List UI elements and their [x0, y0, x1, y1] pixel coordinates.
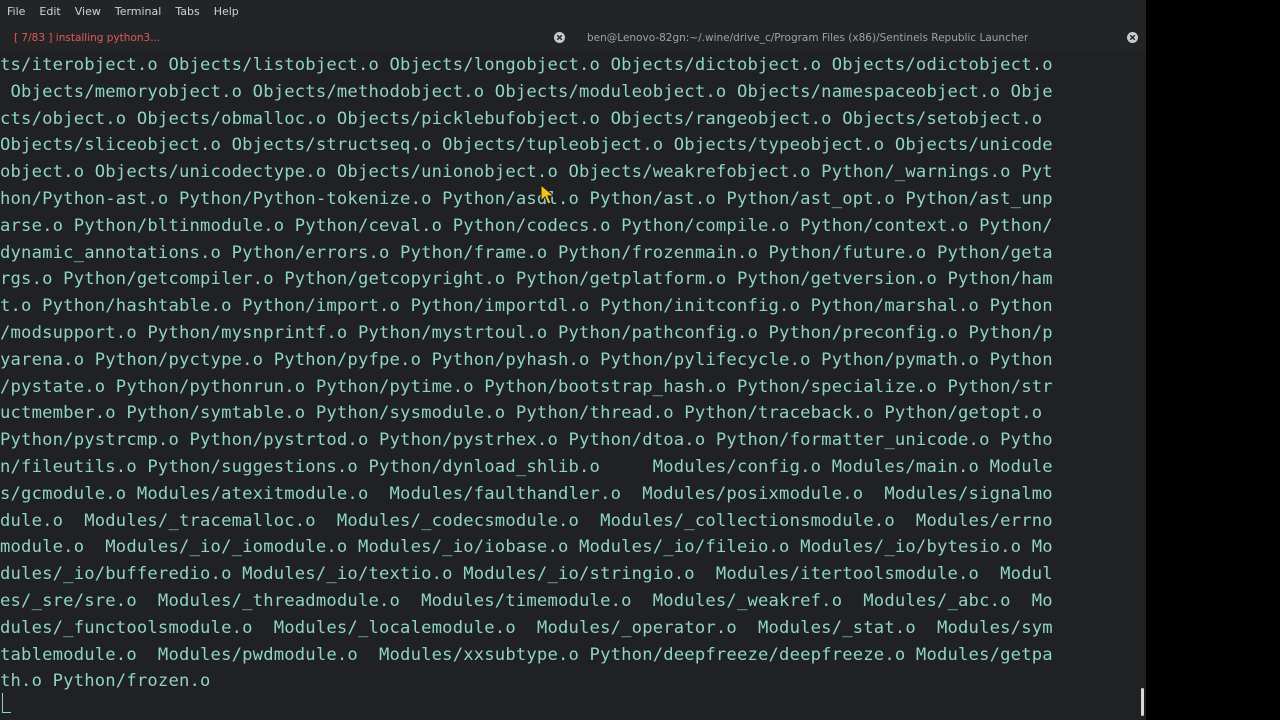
terminal-line: dynamic_annotations.o Python/errors.o Py… [0, 242, 1053, 263]
terminal-line: dules/_io/bufferedio.o Modules/_io/texti… [0, 564, 1053, 585]
terminal-line: ts/iterobject.o Objects/listobject.o Obj… [0, 55, 1053, 75]
terminal-line: Objects/memoryobject.o Objects/methodobj… [0, 81, 1053, 102]
tab-label: [ 7/83 ] installing python3... [14, 32, 161, 44]
menu-edit[interactable]: Edit [32, 0, 67, 24]
terminal-line: tablemodule.o Modules/pwdmodule.o Module… [0, 644, 1053, 665]
mouse-pointer-icon [540, 184, 556, 205]
terminal-line: t.o Python/hashtable.o Python/import.o P… [0, 296, 1053, 317]
terminal-window: File Edit View Terminal Tabs Help [ 7/83… [0, 0, 1146, 720]
terminal-line: arse.o Python/bltinmodule.o Python/ceval… [0, 215, 1053, 236]
terminal-line: object.o Objects/unicodectype.o Objects/… [0, 162, 1053, 183]
terminal-line: module.o Modules/_io/_iomodule.o Modules… [0, 537, 1053, 558]
desktop: File Edit View Terminal Tabs Help [ 7/83… [0, 0, 1280, 720]
tab-launcher-path[interactable]: ben@Lenovo-82gn:~/.wine/drive_c/Program … [573, 24, 1146, 53]
menu-bar: File Edit View Terminal Tabs Help [0, 0, 1146, 24]
terminal-line: dule.o Modules/_tracemalloc.o Modules/_c… [0, 510, 1053, 531]
close-icon[interactable] [1127, 32, 1138, 43]
terminal-line: Objects/sliceobject.o Objects/structseq.… [0, 135, 1053, 156]
terminal-line: hon/Python-ast.o Python/Python-tokenize.… [0, 189, 1053, 209]
scrollbar-thumb[interactable] [1141, 688, 1144, 716]
terminal-line: cts/object.o Objects/obmalloc.o Objects/… [0, 108, 1043, 129]
terminal-line: Python/pystrcmp.o Python/pystrtod.o Pyth… [0, 430, 1053, 451]
terminal-line: uctmember.o Python/symtable.o Python/sys… [0, 403, 1043, 424]
terminal-line: dules/_functoolsmodule.o Modules/_locale… [0, 617, 1053, 638]
terminal-cursor [2, 693, 11, 713]
menu-tabs[interactable]: Tabs [168, 0, 206, 24]
tab-bar: [ 7/83 ] installing python3... ben@Lenov… [0, 24, 1146, 53]
terminal-scrollbar[interactable] [1138, 52, 1146, 720]
menu-view[interactable]: View [68, 0, 108, 24]
terminal-line: /modsupport.o Python/mysnprintf.o Python… [0, 323, 1053, 343]
menu-help[interactable]: Help [207, 0, 246, 24]
tab-label: ben@Lenovo-82gn:~/.wine/drive_c/Program … [587, 32, 1029, 44]
terminal-output[interactable]: ts/iterobject.o Objects/listobject.o Obj… [0, 52, 1138, 720]
close-icon[interactable] [554, 32, 565, 43]
terminal-line: s/gcmodule.o Modules/atexitmodule.o Modu… [0, 483, 1053, 504]
menu-terminal[interactable]: Terminal [108, 0, 169, 24]
terminal-line: th.o Python/frozen.o [0, 671, 211, 692]
terminal-line: es/_sre/sre.o Modules/_threadmodule.o Mo… [0, 591, 1053, 611]
terminal-line: rgs.o Python/getcompiler.o Python/getcop… [0, 269, 1053, 290]
desktop-background [1146, 0, 1280, 720]
tab-installing[interactable]: [ 7/83 ] installing python3... [0, 24, 573, 53]
menu-file[interactable]: File [0, 0, 32, 24]
terminal-line: /pystate.o Python/pythonrun.o Python/pyt… [0, 376, 1053, 397]
terminal-line: n/fileutils.o Python/suggestions.o Pytho… [0, 457, 1053, 477]
terminal-line: yarena.o Python/pyctype.o Python/pyfpe.o… [0, 349, 1053, 370]
